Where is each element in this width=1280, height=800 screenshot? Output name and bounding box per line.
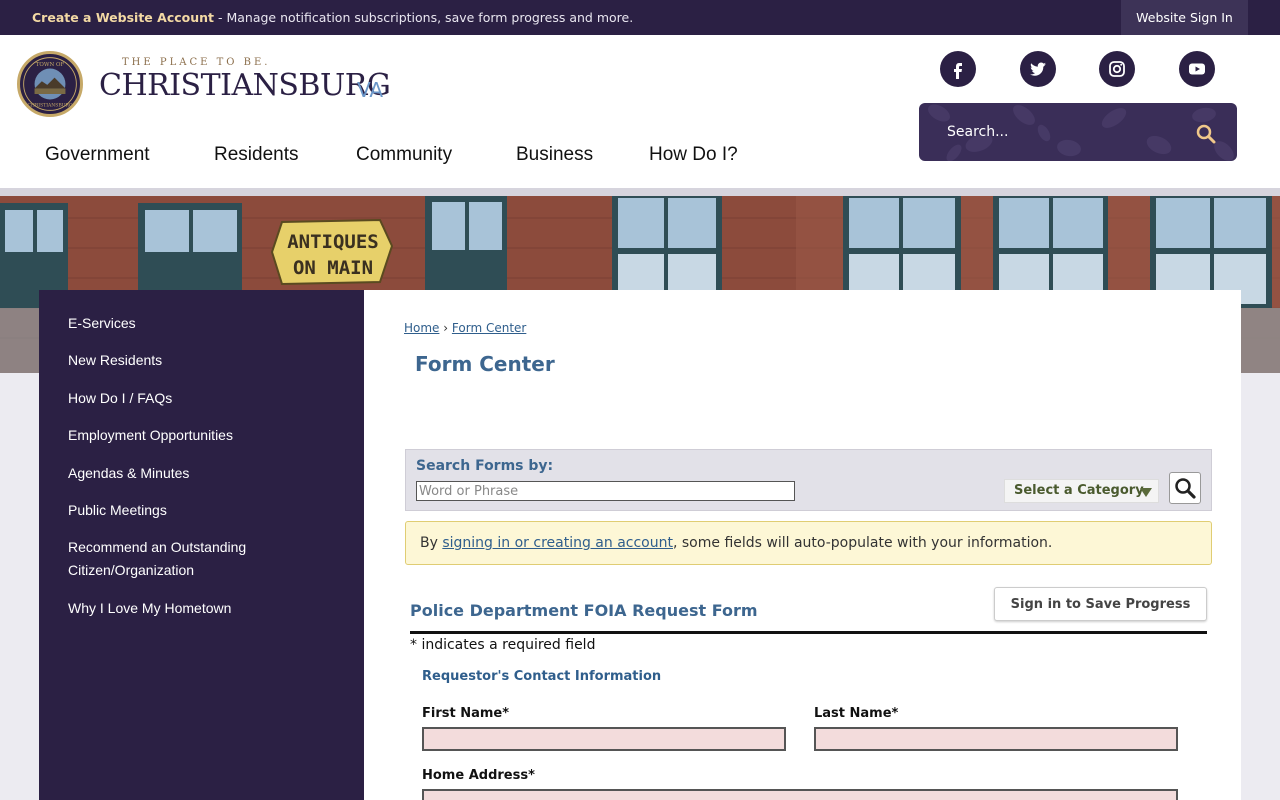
section-title-contact: Requestor's Contact Information — [422, 669, 662, 684]
form-divider — [410, 631, 1207, 634]
town-seal-logo[interactable]: TOWN OF CHRISTIANSBURG — [17, 51, 83, 117]
sidebar-item-faqs[interactable]: How Do I / FAQs — [68, 387, 308, 410]
category-select-label: Select a Category — [1014, 483, 1144, 498]
sidebar-item-recommend-citizen[interactable]: Recommend an Outstanding Citizen/Organiz… — [68, 536, 278, 582]
magnifier-icon — [1175, 478, 1196, 499]
youtube-icon[interactable] — [1179, 51, 1215, 87]
first-name-input[interactable] — [422, 727, 786, 751]
notice-prefix: By — [420, 535, 443, 551]
website-sign-in-button[interactable]: Website Sign In — [1121, 0, 1248, 35]
site-search — [919, 103, 1237, 161]
nav-residents[interactable]: Residents — [214, 144, 299, 166]
twitter-icon[interactable] — [1020, 51, 1056, 87]
nav-business[interactable]: Business — [516, 144, 593, 166]
banner-sign-line2: ON MAIN — [293, 257, 373, 279]
create-account-link[interactable]: Create a Website Account — [32, 10, 214, 25]
facebook-icon[interactable] — [940, 51, 976, 87]
page-title: Form Center — [415, 352, 555, 376]
seal-text-bottom: CHRISTIANSBURG — [27, 103, 72, 109]
sidebar-item-public-meetings[interactable]: Public Meetings — [68, 499, 308, 522]
instagram-icon[interactable] — [1099, 51, 1135, 87]
seal-text-top: TOWN OF — [36, 62, 65, 68]
last-name-label: Last Name* — [814, 706, 899, 721]
breadcrumb-home[interactable]: Home — [404, 321, 439, 335]
form-title: Police Department FOIA Request Form — [410, 601, 758, 620]
main-content: Home › Form Center Form Center Search Fo… — [364, 290, 1241, 800]
sidebar-item-hometown[interactable]: Why I Love My Hometown — [68, 597, 308, 620]
top-bar: Create a Website Account - Manage notifi… — [0, 0, 1280, 35]
nav-how-do-i[interactable]: How Do I? — [649, 144, 738, 166]
sidebar-nav: E-Services New Residents How Do I / FAQs… — [39, 290, 364, 800]
sign-in-create-account-link[interactable]: signing in or creating an account — [442, 535, 673, 551]
site-search-input[interactable] — [947, 122, 1167, 142]
search-icon[interactable] — [1195, 123, 1217, 145]
required-note: * indicates a required field — [410, 637, 596, 653]
notice-suffix: , some fields will auto-populate with yo… — [672, 535, 1053, 551]
sidebar-item-employment[interactable]: Employment Opportunities — [68, 424, 308, 447]
word-or-phrase-input[interactable] — [416, 481, 795, 501]
search-forms-panel: Search Forms by: Select a Category — [405, 449, 1212, 511]
home-address-label: Home Address* — [422, 768, 535, 783]
breadcrumb: Home › Form Center — [404, 321, 526, 335]
search-forms-label: Search Forms by: — [416, 458, 554, 474]
nav-government[interactable]: Government — [45, 144, 150, 166]
site-header: TOWN OF CHRISTIANSBURG THE PLACE TO BE. … — [0, 35, 1280, 188]
sidebar-item-agendas[interactable]: Agendas & Minutes — [68, 462, 308, 485]
home-address-input[interactable] — [422, 789, 1178, 800]
sidebar-item-new-residents[interactable]: New Residents — [68, 349, 308, 372]
autofill-notice: By signing in or creating an account, so… — [405, 521, 1212, 565]
header-divider — [0, 188, 1280, 196]
sidebar-item-e-services[interactable]: E-Services — [68, 312, 308, 335]
category-select[interactable]: Select a Category — [1004, 479, 1159, 503]
breadcrumb-separator: › — [443, 321, 449, 335]
state-abbrev: VA — [357, 78, 384, 102]
first-name-label: First Name* — [422, 706, 510, 721]
save-progress-button[interactable]: Sign in to Save Progress — [994, 587, 1207, 621]
caret-down-icon — [1140, 488, 1152, 497]
breadcrumb-form-center[interactable]: Form Center — [452, 321, 526, 335]
nav-community[interactable]: Community — [356, 144, 452, 166]
account-message-text: - Manage notification subscriptions, sav… — [214, 10, 634, 25]
last-name-input[interactable] — [814, 727, 1178, 751]
account-message: Create a Website Account - Manage notifi… — [32, 10, 633, 25]
town-name-logo[interactable]: CHRISTIANSBURG — [99, 68, 391, 103]
tagline: THE PLACE TO BE. — [122, 57, 271, 68]
banner-sign-line1: ANTIQUES — [287, 231, 379, 253]
search-forms-button[interactable] — [1169, 472, 1201, 504]
